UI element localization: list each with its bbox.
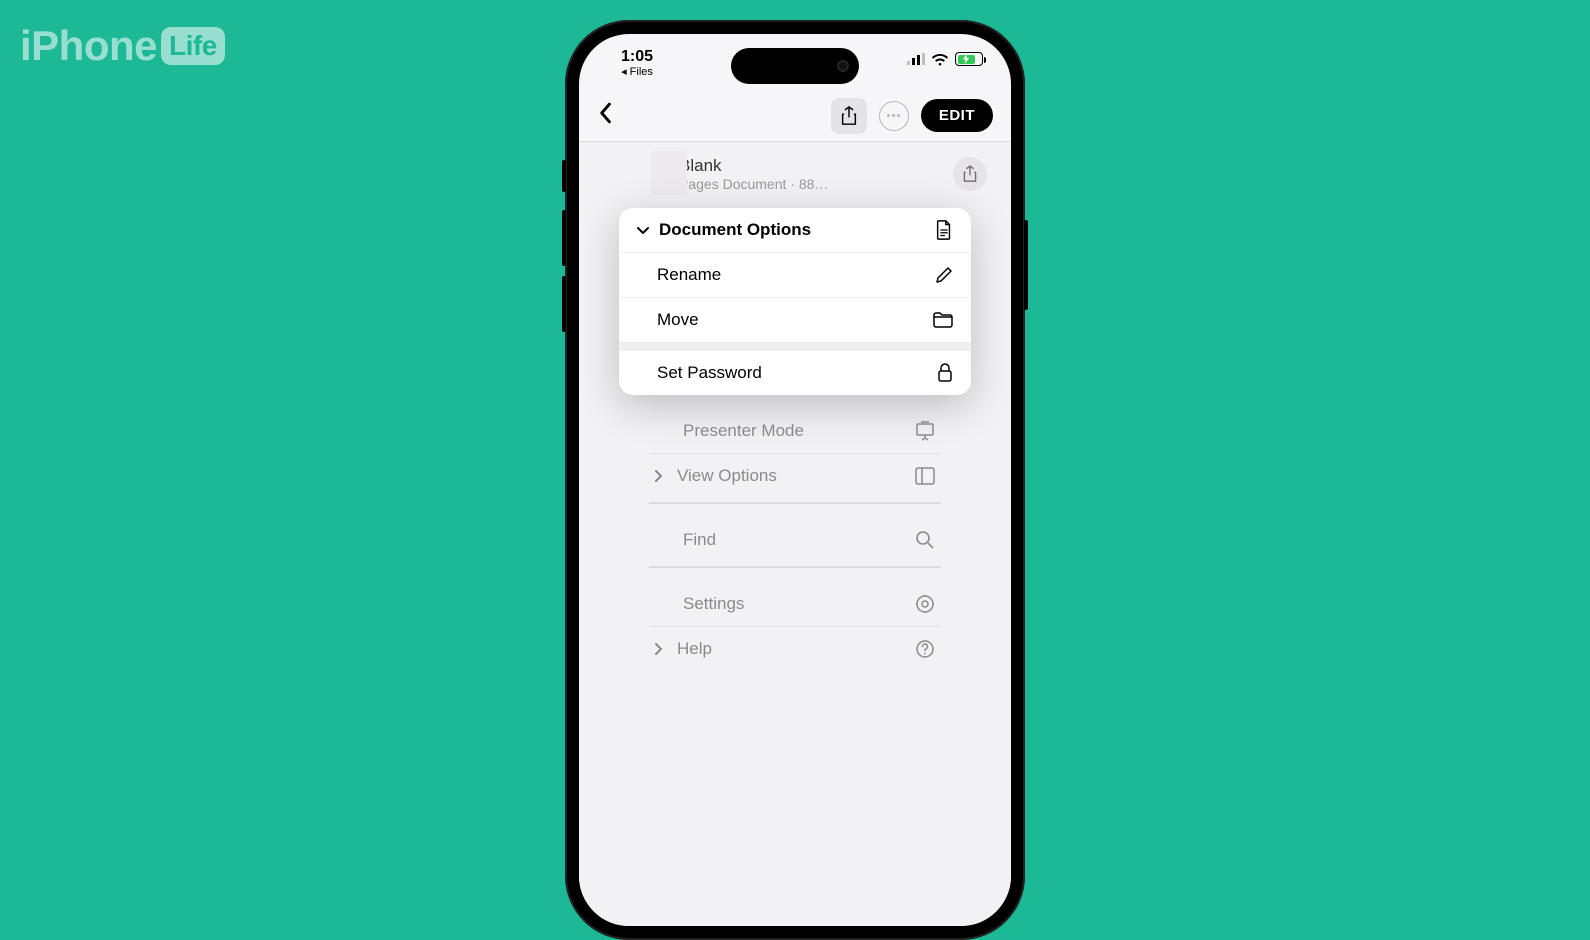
document-icon: [935, 220, 953, 240]
cellular-icon: [907, 53, 925, 65]
help-icon: [915, 639, 935, 659]
menu-presenter-mode[interactable]: Presenter Mode: [649, 409, 941, 453]
menu-label: View Options: [677, 466, 905, 486]
menu-label: Settings: [683, 594, 905, 614]
document-thumbnail: [651, 151, 687, 195]
battery-icon: [955, 52, 983, 66]
menu-settings[interactable]: Settings: [649, 582, 941, 626]
document-options-popover: Document Options Rename Move Set Pa: [619, 208, 971, 395]
chevron-right-icon: [649, 469, 667, 483]
watermark-brand: iPhone: [20, 22, 157, 70]
sidebar-icon: [915, 466, 935, 486]
folder-icon: [933, 312, 953, 328]
volume-up-button: [562, 210, 566, 266]
menu-set-password[interactable]: Set Password: [619, 351, 971, 395]
pencil-icon: [935, 266, 953, 284]
more-button[interactable]: [879, 101, 909, 131]
phone-frame: 1:05 ◂ Files: [565, 20, 1025, 940]
search-icon: [915, 530, 935, 550]
chevron-right-icon: [649, 642, 667, 656]
menu-label: Rename: [657, 265, 925, 285]
menu-view-options[interactable]: View Options: [649, 454, 941, 498]
share-button[interactable]: [831, 98, 867, 134]
volume-down-button: [562, 276, 566, 332]
menu-move[interactable]: Move: [619, 298, 971, 343]
document-title: Blank: [679, 156, 941, 176]
status-time: 1:05: [621, 48, 653, 66]
menu-find[interactable]: Find: [649, 518, 941, 562]
menu-separator: [619, 343, 971, 351]
phone-screen: 1:05 ◂ Files: [579, 34, 1011, 926]
wifi-icon: [931, 53, 949, 66]
background-menu: Presenter Mode View Options Fi: [649, 409, 941, 671]
mute-switch: [562, 160, 566, 192]
nav-bar: EDIT: [579, 90, 1011, 142]
menu-label: Move: [657, 310, 923, 330]
menu-document-options[interactable]: Document Options: [619, 208, 971, 253]
back-to-app[interactable]: ◂ Files: [621, 65, 653, 78]
document-header: Blank Pages Document · 88…: [579, 156, 1011, 202]
menu-help[interactable]: Help: [649, 627, 941, 671]
watermark-logo: iPhone Life: [20, 22, 225, 70]
menu-label: Document Options: [659, 220, 811, 240]
menu-label: Help: [677, 639, 905, 659]
document-subtitle: Pages Document · 88…: [679, 176, 941, 192]
power-button: [1024, 220, 1028, 310]
watermark-badge: Life: [161, 27, 225, 65]
menu-label: Set Password: [657, 363, 927, 383]
dynamic-island: [731, 48, 859, 84]
lock-icon: [937, 363, 953, 383]
edit-button[interactable]: EDIT: [921, 99, 993, 132]
menu-rename[interactable]: Rename: [619, 253, 971, 298]
chevron-down-icon: [635, 222, 651, 238]
gear-icon: [915, 594, 935, 614]
menu-label: Find: [683, 530, 905, 550]
back-button[interactable]: [597, 100, 613, 131]
presenter-icon: [915, 421, 935, 441]
document-share-button[interactable]: [953, 157, 987, 191]
content-area: Blank Pages Document · 88… Document Opti…: [579, 142, 1011, 926]
menu-label: Presenter Mode: [683, 421, 905, 441]
